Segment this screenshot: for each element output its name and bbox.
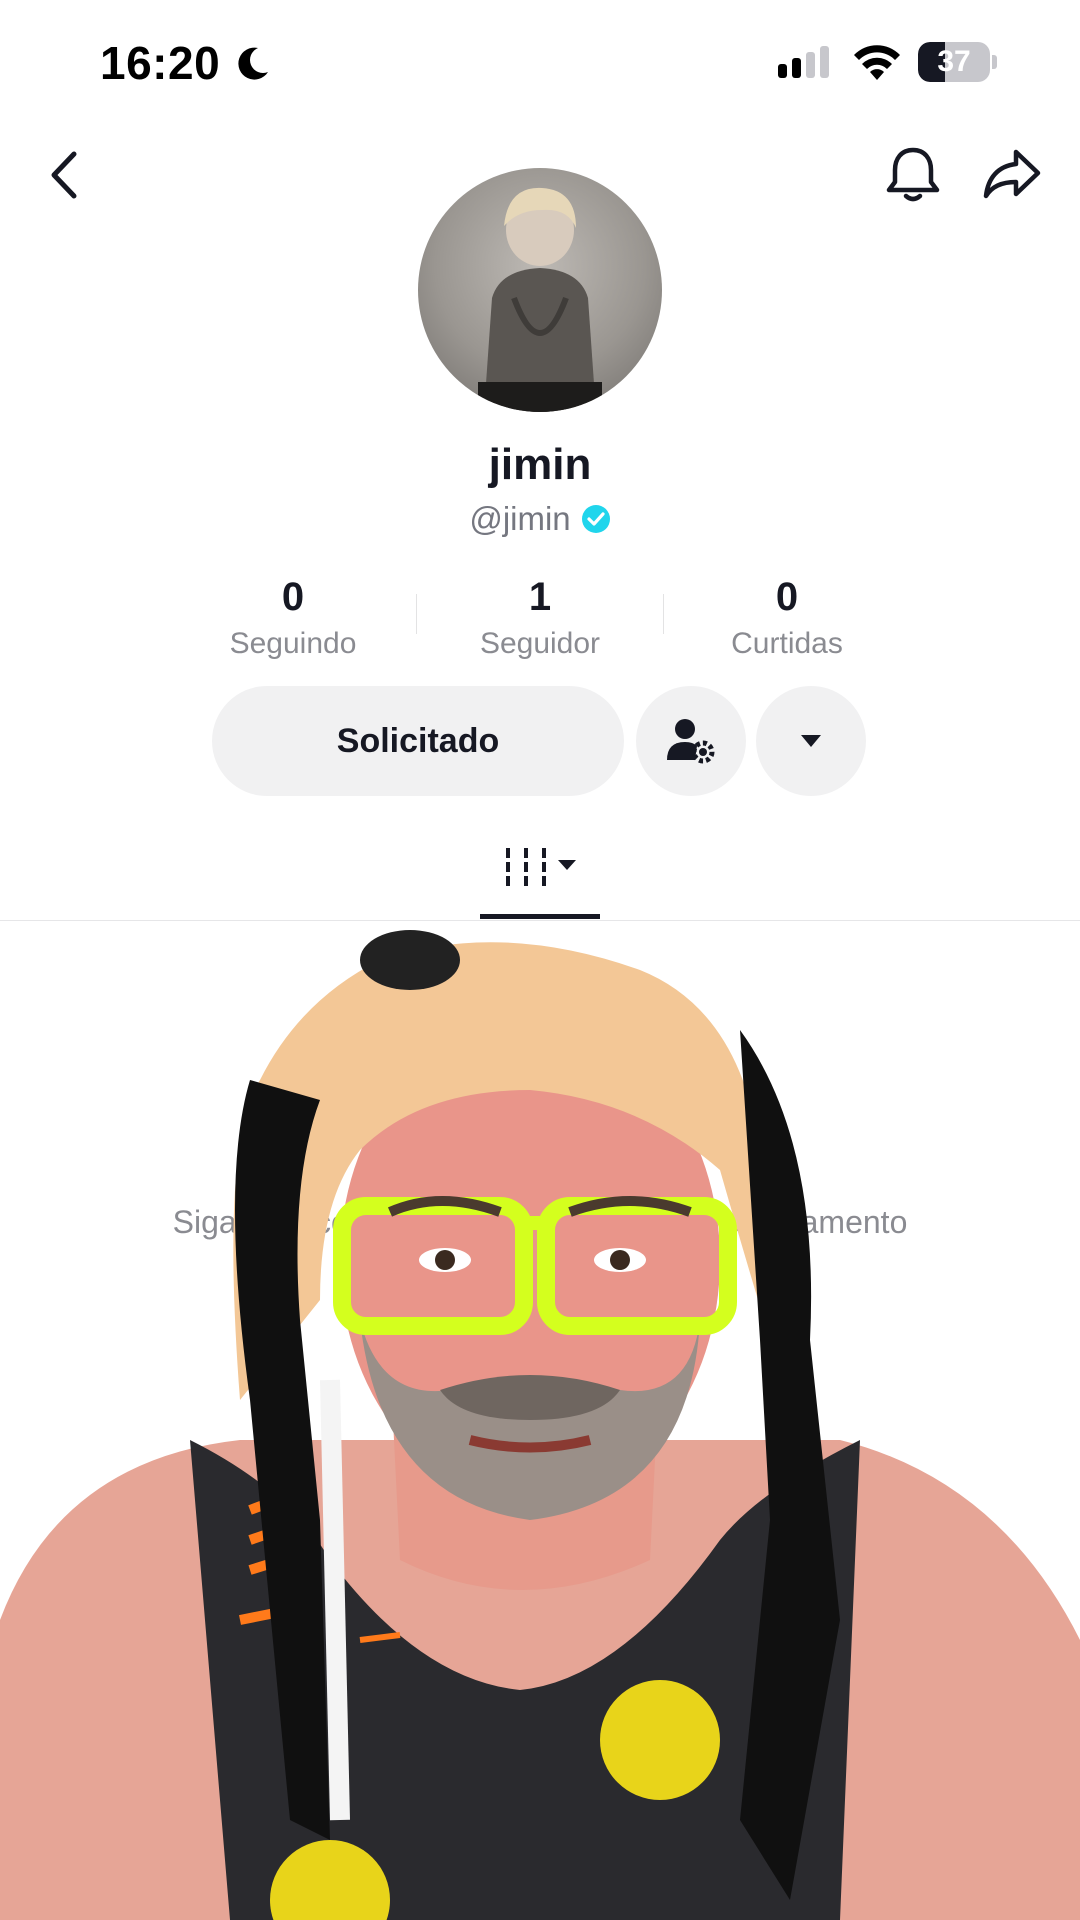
followers-label: Seguidor	[479, 627, 601, 660]
user-settings-icon	[667, 719, 715, 764]
avatar-photo	[478, 187, 602, 412]
handle-row: @jimin	[0, 500, 1080, 538]
stat-likes[interactable]: 0 Curtidas	[664, 572, 910, 664]
stat-following[interactable]: 0 Seguindo	[170, 572, 416, 664]
likes-count: 0	[775, 575, 799, 619]
display-name: jimin	[488, 440, 592, 489]
user-settings-button[interactable]	[636, 686, 746, 796]
video-grid-icon	[506, 848, 576, 886]
battery-percent: 37	[937, 45, 971, 78]
battery-indicator: 37	[918, 42, 998, 82]
likes-label: Curtidas	[731, 627, 843, 660]
tab-videos[interactable]	[480, 834, 600, 914]
back-icon[interactable]	[44, 148, 84, 202]
following-count: 0	[281, 575, 305, 619]
requested-button[interactable]: Solicitado	[212, 686, 624, 796]
username-handle: @jimin	[469, 500, 571, 537]
following-label: Seguindo	[229, 627, 357, 660]
verified-badge-icon	[581, 505, 610, 533]
wifi-icon	[854, 45, 900, 80]
person-overlay-image	[0, 930, 1080, 1920]
bell-icon[interactable]	[884, 144, 942, 204]
signal-icon	[778, 46, 829, 78]
stat-followers[interactable]: 1 Seguidor	[417, 572, 663, 664]
share-icon[interactable]	[982, 146, 1042, 202]
status-time: 16:20	[100, 37, 221, 89]
caret-down-icon	[801, 735, 821, 747]
active-tab-indicator	[480, 914, 600, 919]
profile-stats: 0 Seguindo 1 Seguidor 0 Curtidas	[170, 572, 910, 672]
profile-avatar[interactable]	[418, 168, 662, 412]
more-options-button[interactable]	[756, 686, 866, 796]
followers-count: 1	[528, 575, 552, 619]
moon-icon	[238, 47, 268, 80]
